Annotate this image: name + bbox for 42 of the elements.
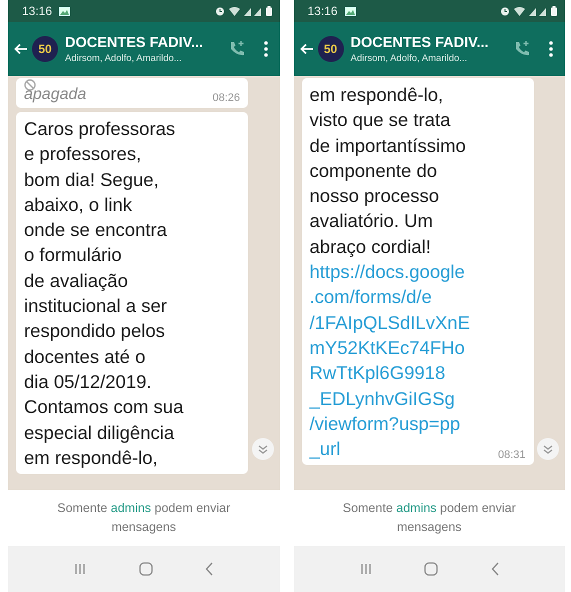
admins-only-notice: Somente admins podem enviar mensagens xyxy=(342,500,517,536)
double-chevron-down-icon xyxy=(258,444,268,454)
home-icon[interactable] xyxy=(424,562,438,576)
message-text: em respondê-lo, visto que se trata de importantíssimo componente do nosso processo avaliatório. Um abraço cordial! xyxy=(310,83,467,259)
home-icon[interactable] xyxy=(138,562,153,576)
group-avatar[interactable]: 50 xyxy=(32,36,58,62)
message-text: Caros professoras e professores, bom dia! Segue, abaixo, o link onde se encontra o formulário de avaliação institucional a ser respondido pelos docentes até o dia 05/12/2019. Contamos com sua especial diligência em respondê-lo, xyxy=(24,117,184,470)
recent-apps-icon[interactable] xyxy=(360,563,372,575)
signal-icon xyxy=(529,6,547,16)
battery-icon xyxy=(266,6,272,16)
scroll-down-button[interactable] xyxy=(252,438,274,460)
image-icon xyxy=(344,6,356,16)
group-name[interactable]: DOCENTES FADIV... xyxy=(350,34,509,50)
message-time: 08:26 xyxy=(212,92,240,104)
signal-icon xyxy=(244,6,262,16)
alarm-icon xyxy=(500,6,510,16)
add-call-icon[interactable] xyxy=(513,40,531,58)
clock-time: 13:16 xyxy=(308,4,338,18)
wifi-icon xyxy=(514,6,525,16)
back-arrow-icon[interactable] xyxy=(300,43,314,55)
double-chevron-down-icon xyxy=(543,444,553,454)
menu-icon[interactable] xyxy=(264,41,268,57)
recent-apps-icon[interactable] xyxy=(74,563,86,575)
group-avatar[interactable]: 50 xyxy=(318,36,344,62)
back-icon[interactable] xyxy=(205,562,214,576)
admins-only-notice: Somente admins podem enviar mensagens xyxy=(56,500,232,536)
alarm-icon xyxy=(214,6,224,16)
clock-time: 13:16 xyxy=(22,4,52,18)
admins-link[interactable]: admins xyxy=(396,501,437,515)
group-name[interactable]: DOCENTES FADIV... xyxy=(65,34,224,50)
admins-link[interactable]: admins xyxy=(110,501,152,515)
scroll-down-button[interactable] xyxy=(537,438,559,460)
back-icon[interactable] xyxy=(490,562,499,576)
menu-icon[interactable] xyxy=(549,41,553,57)
group-members: Adirsom, Adolfo, Amarildo... xyxy=(350,52,468,64)
deleted-message-text: apagada xyxy=(24,86,86,104)
wifi-icon xyxy=(228,6,240,16)
back-arrow-icon[interactable] xyxy=(14,43,28,55)
group-members: Adirsom, Adolfo, Amarildo... xyxy=(65,52,183,64)
battery-icon xyxy=(551,6,557,16)
message-time: 08:31 xyxy=(498,449,526,462)
image-icon xyxy=(59,6,70,16)
